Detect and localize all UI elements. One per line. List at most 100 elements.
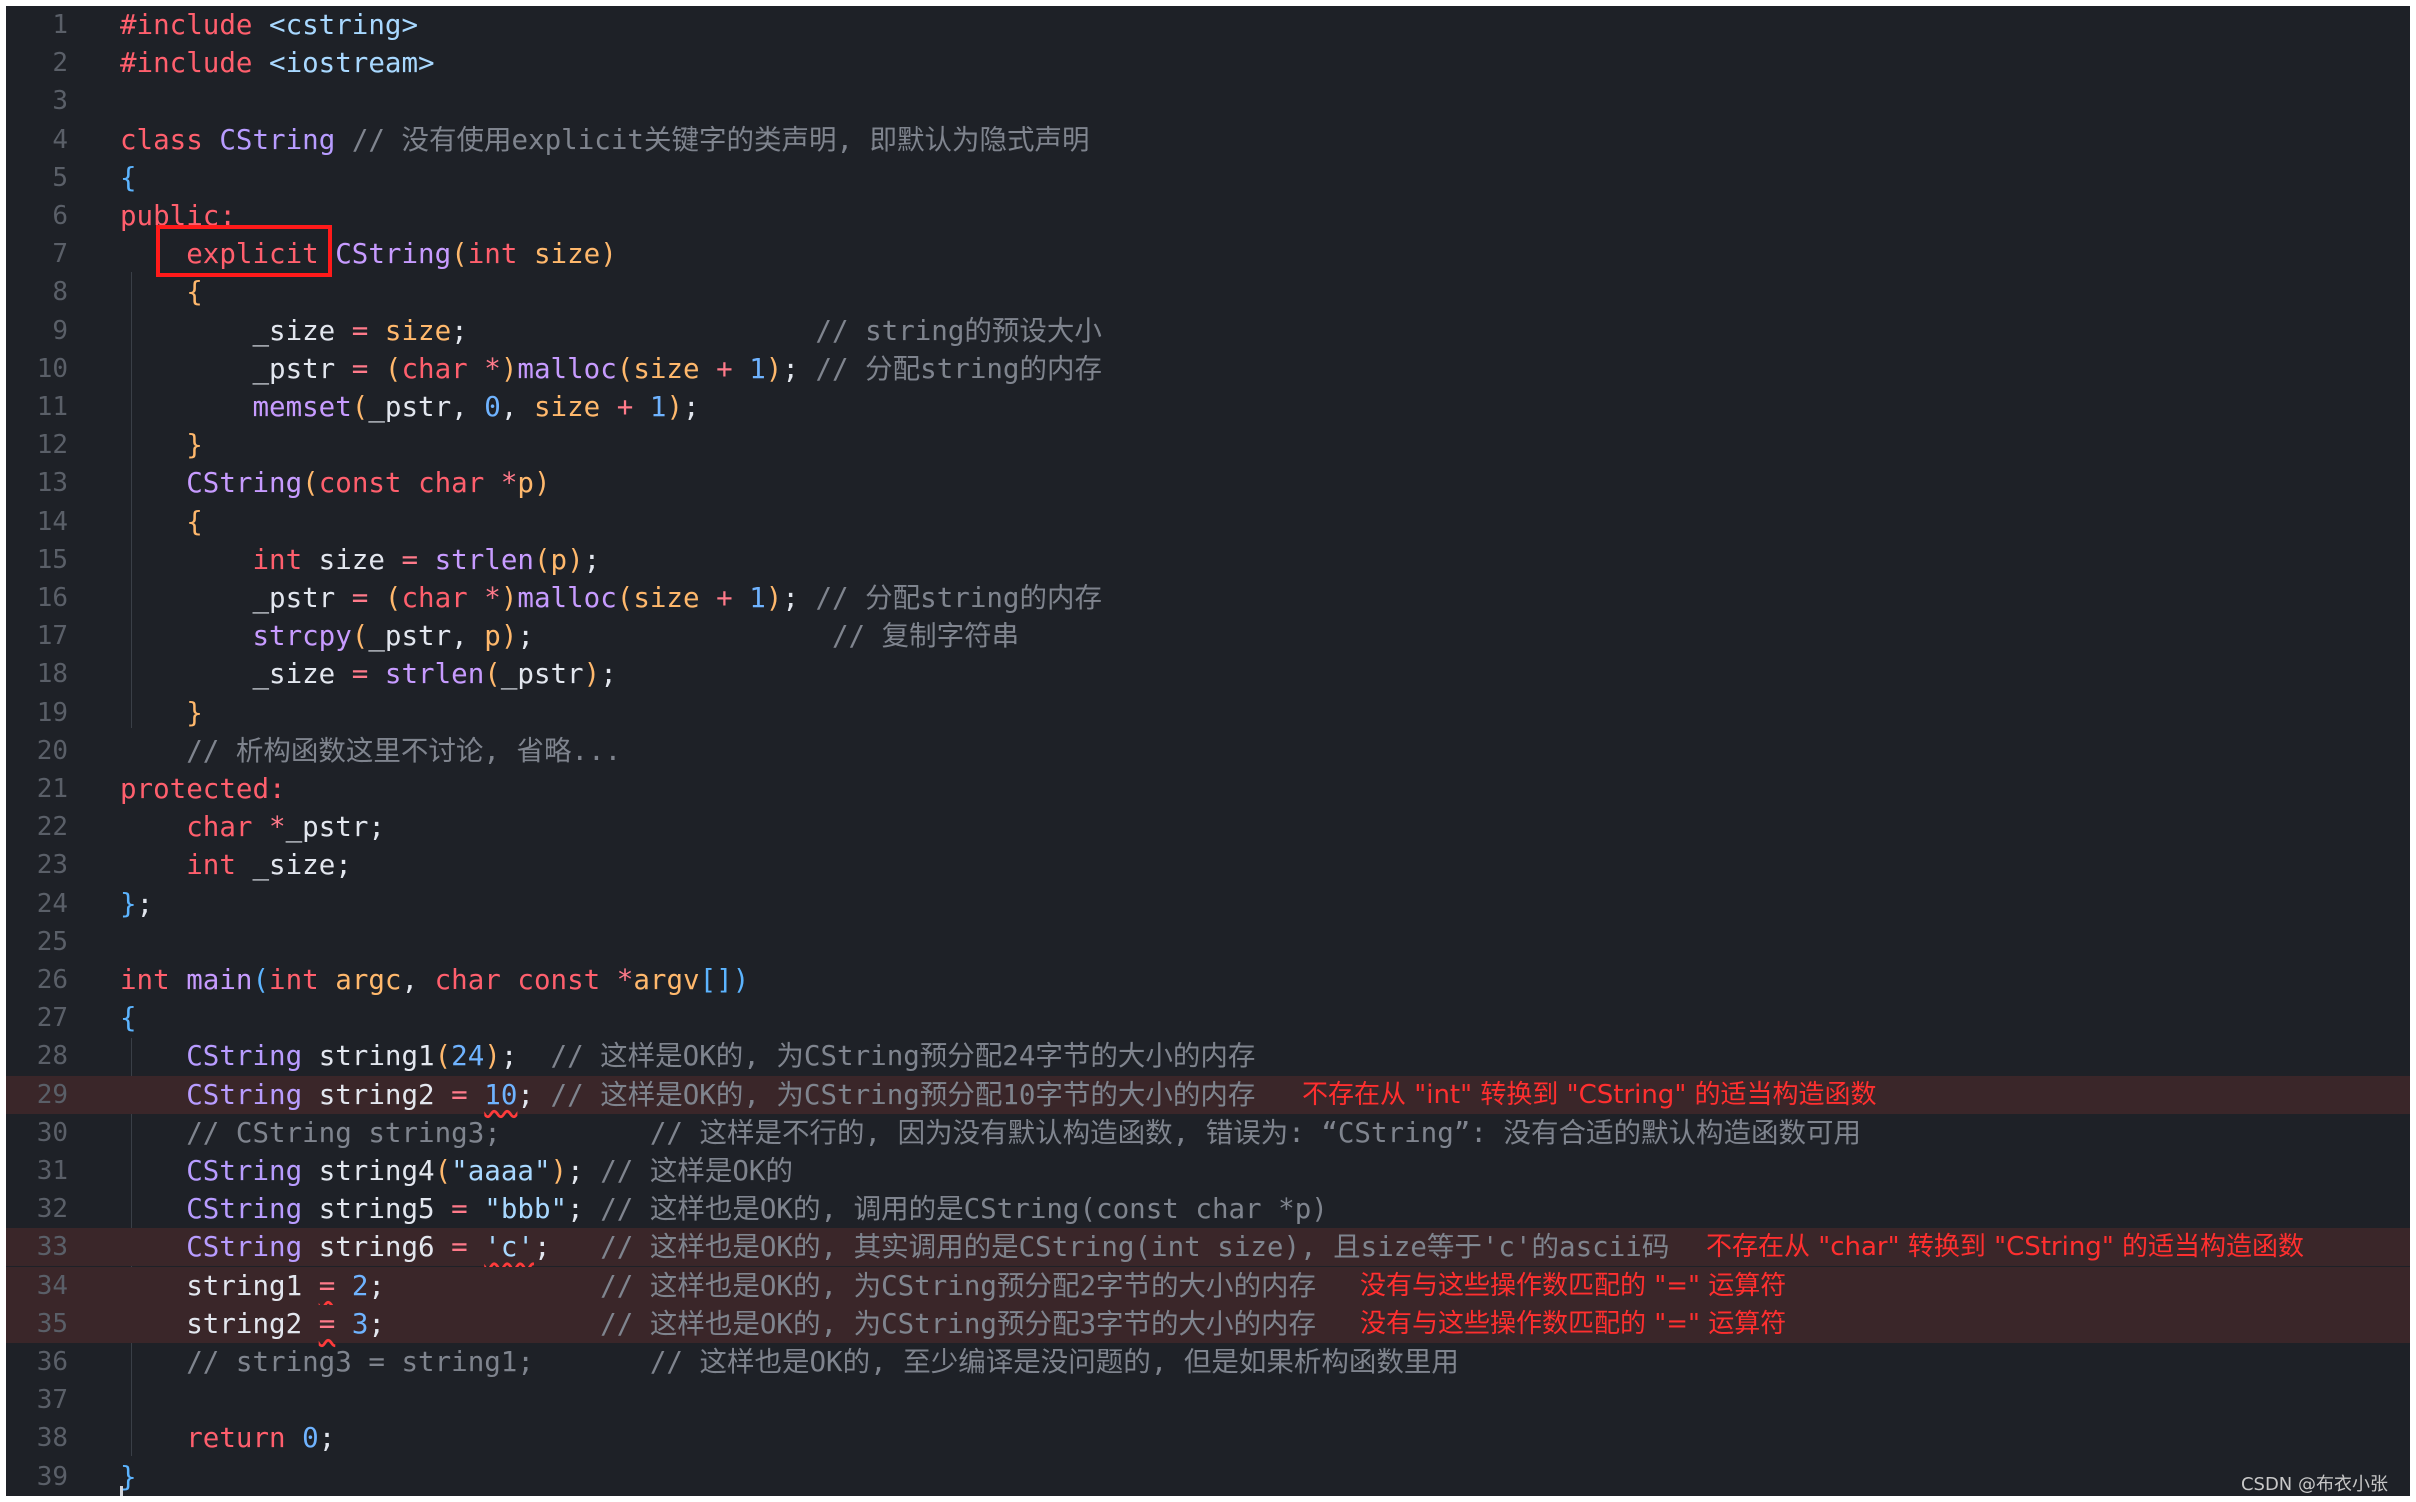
code-line[interactable]: 10 _pstr = (char *)malloc(size + 1); // … bbox=[6, 350, 2410, 388]
code-token: size bbox=[302, 543, 402, 576]
code-token: ; bbox=[318, 1422, 336, 1455]
code-line[interactable]: 30 // CString string3; // 这样是不行的, 因为没有默认… bbox=[6, 1114, 2410, 1152]
code-comment: // string3 = string1; // 这样也是OK的, 至少编译是没… bbox=[186, 1346, 1459, 1378]
code-token: } bbox=[186, 696, 203, 729]
code-token: 3 bbox=[351, 1307, 369, 1340]
code-line[interactable]: 19 } bbox=[6, 694, 2410, 732]
code-line[interactable]: 33 CString string6 = 'c'; // 这样也是OK的, 其实… bbox=[6, 1228, 2410, 1267]
code-line[interactable]: 12 } bbox=[6, 426, 2410, 464]
code-text: { bbox=[120, 273, 203, 311]
code-comment: // 分配string的内存 bbox=[815, 352, 1102, 385]
code-line[interactable]: 3 bbox=[6, 82, 2410, 120]
code-token: string2 bbox=[120, 1307, 319, 1340]
code-line[interactable]: 29 CString string2 = 10; // 这样是OK的, 为CSt… bbox=[6, 1075, 2410, 1114]
code-token: strlen bbox=[434, 543, 534, 576]
code-token: } bbox=[186, 429, 203, 462]
code-line[interactable]: 39} bbox=[6, 1458, 2410, 1496]
code-line[interactable]: 22 char *_pstr; bbox=[6, 808, 2410, 846]
line-number: 3 bbox=[52, 86, 68, 117]
code-line[interactable]: 5{ bbox=[6, 159, 2410, 197]
code-line[interactable]: 4 class CString // 没有使用explicit关键字的类声明, 即… bbox=[6, 121, 2410, 159]
code-line[interactable]: 14 { bbox=[6, 503, 2410, 541]
code-token: ) bbox=[583, 658, 601, 691]
code-line[interactable]: 31 CString string4("aaaa"); // 这样是OK的 bbox=[6, 1152, 2410, 1190]
code-token: char bbox=[401, 352, 468, 385]
code-text: _size = size; // string的预设大小 bbox=[120, 312, 1101, 350]
line-number: 23 bbox=[36, 850, 68, 881]
code-line[interactable]: 38 return 0; bbox=[6, 1419, 2410, 1457]
code-token: ; bbox=[533, 1231, 601, 1264]
code-line[interactable]: 24}; bbox=[6, 885, 2410, 923]
line-number: 16 bbox=[36, 583, 68, 613]
code-token: ; bbox=[500, 1040, 551, 1073]
code-token: p bbox=[484, 620, 501, 653]
code-line[interactable]: 6 public: bbox=[6, 197, 2410, 235]
code-token: string1 bbox=[302, 1040, 435, 1073]
code-token: * bbox=[269, 811, 286, 844]
code-token: _pstr, bbox=[368, 391, 485, 423]
code-token: ) bbox=[600, 238, 617, 271]
code-token: int bbox=[467, 238, 518, 271]
code-line[interactable]: 9 _size = size; // string的预设大小 bbox=[6, 312, 2410, 350]
code-line[interactable]: 11 memset(_pstr, 0, size + 1); bbox=[6, 388, 2410, 426]
code-editor[interactable]: 1 #include <cstring> 2 #include <iostream> 3… bbox=[6, 6, 2410, 1496]
code-text: #include <iostream> bbox=[120, 44, 435, 82]
code-line[interactable]: 18 _size = strlen(_pstr); bbox=[6, 655, 2410, 693]
code-token: p bbox=[550, 543, 568, 576]
code-token: 'c' bbox=[484, 1231, 534, 1264]
code-line[interactable]: 8 { bbox=[6, 273, 2410, 311]
code-token: = bbox=[451, 1078, 468, 1111]
code-token: _size bbox=[120, 658, 352, 691]
line-number: 2 bbox=[52, 48, 68, 79]
code-line[interactable]: 23 int _size; bbox=[6, 846, 2410, 884]
code-token: [] bbox=[699, 964, 733, 996]
code-text: CString string6 = 'c'; // 这样也是OK的, 其实调用的… bbox=[120, 1228, 1669, 1266]
code-token: 24 bbox=[451, 1040, 485, 1073]
code-comment: // 这样也是OK的, 为CString预分配3字节的大小的内存 bbox=[600, 1307, 1317, 1340]
code-line[interactable]: 21 protected: bbox=[6, 770, 2410, 808]
code-line[interactable]: 26 int main(int argc, char const *argv[]) bbox=[6, 961, 2410, 999]
code-line[interactable]: 34 string1 = 2; // 这样也是OK的, 为CString预分配2… bbox=[6, 1266, 2410, 1305]
code-token: #include bbox=[120, 9, 253, 41]
code-token: { bbox=[186, 505, 203, 538]
code-line[interactable]: 17 strcpy(_pstr, p); // 复制字符串 bbox=[6, 617, 2410, 655]
code-line[interactable]: 35 string2 = 3; // 这样也是OK的, 为CString预分配3… bbox=[6, 1304, 2410, 1343]
code-line[interactable]: 37 bbox=[6, 1381, 2410, 1419]
code-text: char *_pstr; bbox=[120, 808, 385, 846]
code-line[interactable]: 28 CString string1(24); // 这样是OK的, 为CStr… bbox=[6, 1037, 2410, 1075]
code-token: _pstr bbox=[120, 352, 352, 385]
error-message: 没有与这些操作数匹配的 "=" 运算符 bbox=[1360, 1308, 1787, 1339]
code-line[interactable]: 13 CString(const char *p) bbox=[6, 464, 2410, 502]
code-line[interactable]: 15 int size = strlen(p); bbox=[6, 541, 2410, 579]
code-line[interactable]: 32 CString string5 = "bbb"; // 这样也是OK的, … bbox=[6, 1190, 2410, 1228]
code-comment: // 这样是OK的 bbox=[600, 1155, 793, 1187]
code-token: = bbox=[351, 314, 369, 347]
code-text: _pstr = (char *)malloc(size + 1); // 分配s… bbox=[120, 350, 1102, 388]
code-token: { bbox=[120, 1002, 137, 1035]
code-line[interactable]: 36 // string3 = string1; // 这样也是OK的, 至少编… bbox=[6, 1343, 2410, 1381]
code-line[interactable]: 20 // 析构函数这里不讨论, 省略... bbox=[6, 732, 2410, 770]
code-token: = bbox=[451, 1231, 468, 1264]
code-line[interactable]: 25 bbox=[6, 923, 2410, 961]
code-line[interactable]: 1 #include <cstring> bbox=[6, 6, 2410, 44]
code-line[interactable]: 2 #include <iostream> bbox=[6, 44, 2410, 82]
code-line[interactable]: 27 { bbox=[6, 999, 2410, 1037]
code-comment: // 复制字符串 bbox=[831, 620, 1020, 653]
code-line[interactable]: 7 explicit CString(int size) bbox=[6, 235, 2410, 273]
code-token: _size bbox=[120, 314, 352, 347]
code-token: { bbox=[120, 161, 137, 194]
code-line[interactable]: 16 _pstr = (char *)malloc(size + 1); // … bbox=[6, 579, 2410, 617]
code-token: ; bbox=[368, 1269, 601, 1302]
code-token: ) bbox=[550, 1155, 568, 1187]
code-token: char bbox=[418, 467, 485, 500]
